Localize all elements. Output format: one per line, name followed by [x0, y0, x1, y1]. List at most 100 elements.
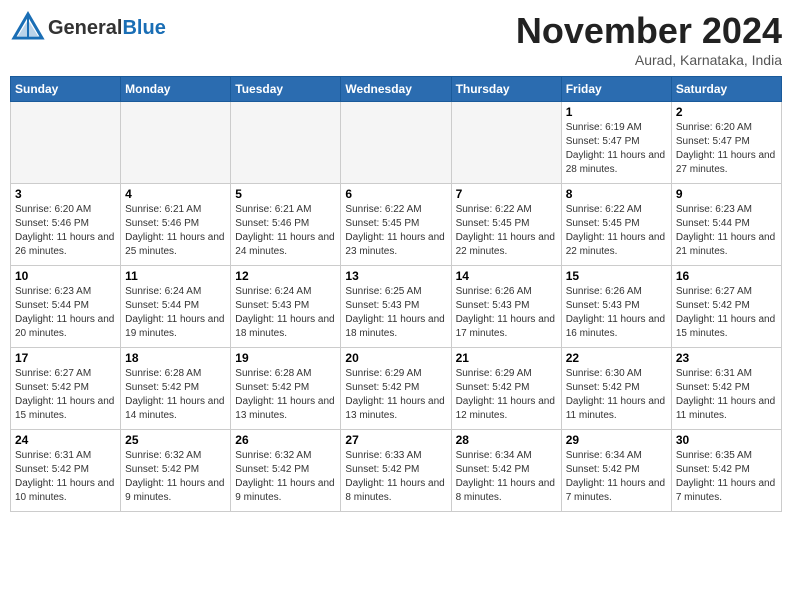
day-info: Sunrise: 6:31 AM Sunset: 5:42 PM Dayligh… [15, 449, 116, 505]
calendar-cell [121, 102, 231, 184]
day-info: Sunrise: 6:34 AM Sunset: 5:42 PM Dayligh… [566, 449, 667, 505]
day-info: Sunrise: 6:24 AM Sunset: 5:44 PM Dayligh… [125, 285, 226, 341]
day-number: 17 [15, 351, 116, 365]
calendar-table: SundayMondayTuesdayWednesdayThursdayFrid… [10, 76, 782, 512]
calendar-week-0: 1 Sunrise: 6:19 AM Sunset: 5:47 PM Daylig… [11, 102, 782, 184]
day-number: 2 [676, 105, 777, 119]
weekday-monday: Monday [121, 77, 231, 102]
calendar-cell: 16 Sunrise: 6:27 AM Sunset: 5:42 PM Dayli… [671, 266, 781, 348]
day-number: 1 [566, 105, 667, 119]
weekday-tuesday: Tuesday [231, 77, 341, 102]
weekday-thursday: Thursday [451, 77, 561, 102]
weekday-header-row: SundayMondayTuesdayWednesdayThursdayFrid… [11, 77, 782, 102]
calendar-cell: 14 Sunrise: 6:26 AM Sunset: 5:43 PM Dayli… [451, 266, 561, 348]
day-info: Sunrise: 6:22 AM Sunset: 5:45 PM Dayligh… [456, 203, 557, 259]
calendar-week-2: 10Sunrise: 6:23 AM Sunset: 5:44 PM Dayli… [11, 266, 782, 348]
day-number: 24 [15, 433, 116, 447]
calendar-cell: 5 Sunrise: 6:21 AM Sunset: 5:46 PM Daylig… [231, 184, 341, 266]
calendar-cell: 3 Sunrise: 6:20 AM Sunset: 5:46 PM Daylig… [11, 184, 121, 266]
day-number: 21 [456, 351, 557, 365]
day-number: 16 [676, 269, 777, 283]
page-header: GeneralBlue November 2024 Aurad, Karnata… [10, 10, 782, 68]
day-number: 15 [566, 269, 667, 283]
day-info: Sunrise: 6:24 AM Sunset: 5:43 PM Dayligh… [235, 285, 336, 341]
calendar-week-4: 24 Sunrise: 6:31 AM Sunset: 5:42 PM Dayli… [11, 430, 782, 512]
day-number: 14 [456, 269, 557, 283]
location: Aurad, Karnataka, India [516, 52, 782, 68]
day-info: Sunrise: 6:21 AM Sunset: 5:46 PM Dayligh… [125, 203, 226, 259]
day-info: Sunrise: 6:29 AM Sunset: 5:42 PM Dayligh… [456, 367, 557, 423]
calendar-cell: 30 Sunrise: 6:35 AM Sunset: 5:42 PM Dayli… [671, 430, 781, 512]
day-info: Sunrise: 6:19 AM Sunset: 5:47 PM Dayligh… [566, 121, 667, 177]
day-info: Sunrise: 6:25 AM Sunset: 5:43 PM Dayligh… [345, 285, 446, 341]
calendar-cell: 11 Sunrise: 6:24 AM Sunset: 5:44 PM Dayli… [121, 266, 231, 348]
day-info: Sunrise: 6:34 AM Sunset: 5:42 PM Dayligh… [456, 449, 557, 505]
calendar-cell: 22Sunrise: 6:30 AM Sunset: 5:42 PM Dayli… [561, 348, 671, 430]
calendar-cell [451, 102, 561, 184]
day-number: 25 [125, 433, 226, 447]
day-info: Sunrise: 6:26 AM Sunset: 5:43 PM Dayligh… [566, 285, 667, 341]
day-number: 20 [345, 351, 446, 365]
calendar-cell: 21 Sunrise: 6:29 AM Sunset: 5:42 PM Dayli… [451, 348, 561, 430]
day-info: Sunrise: 6:23 AM Sunset: 5:44 PM Dayligh… [676, 203, 777, 259]
calendar-cell: 27 Sunrise: 6:33 AM Sunset: 5:42 PM Dayli… [341, 430, 451, 512]
calendar-cell: 9 Sunrise: 6:23 AM Sunset: 5:44 PM Daylig… [671, 184, 781, 266]
day-info: Sunrise: 6:26 AM Sunset: 5:43 PM Dayligh… [456, 285, 557, 341]
calendar-week-3: 17 Sunrise: 6:27 AM Sunset: 5:42 PM Dayli… [11, 348, 782, 430]
day-info: Sunrise: 6:20 AM Sunset: 5:47 PM Dayligh… [676, 121, 777, 177]
day-number: 12 [235, 269, 336, 283]
day-number: 7 [456, 187, 557, 201]
day-info: Sunrise: 6:27 AM Sunset: 5:42 PM Dayligh… [676, 285, 777, 341]
day-info: Sunrise: 6:28 AM Sunset: 5:42 PM Dayligh… [235, 367, 336, 423]
day-number: 28 [456, 433, 557, 447]
day-number: 29 [566, 433, 667, 447]
calendar-cell: 25 Sunrise: 6:32 AM Sunset: 5:42 PM Dayli… [121, 430, 231, 512]
day-number: 11 [125, 269, 226, 283]
calendar-cell: 17 Sunrise: 6:27 AM Sunset: 5:42 PM Dayli… [11, 348, 121, 430]
day-number: 26 [235, 433, 336, 447]
weekday-saturday: Saturday [671, 77, 781, 102]
day-info: Sunrise: 6:20 AM Sunset: 5:46 PM Dayligh… [15, 203, 116, 259]
month-title: November 2024 [516, 10, 782, 52]
calendar-cell [341, 102, 451, 184]
day-number: 8 [566, 187, 667, 201]
weekday-sunday: Sunday [11, 77, 121, 102]
day-number: 18 [125, 351, 226, 365]
calendar-cell: 19 Sunrise: 6:28 AM Sunset: 5:42 PM Dayli… [231, 348, 341, 430]
calendar-cell: 15 Sunrise: 6:26 AM Sunset: 5:43 PM Dayli… [561, 266, 671, 348]
day-number: 22 [566, 351, 667, 365]
calendar-cell: 26 Sunrise: 6:32 AM Sunset: 5:42 PM Dayli… [231, 430, 341, 512]
calendar-cell: 29 Sunrise: 6:34 AM Sunset: 5:42 PM Dayli… [561, 430, 671, 512]
logo-general: General [48, 17, 122, 39]
calendar-cell: 1 Sunrise: 6:19 AM Sunset: 5:47 PM Daylig… [561, 102, 671, 184]
logo-blue: Blue [122, 17, 165, 39]
logo: GeneralBlue [10, 10, 166, 46]
day-info: Sunrise: 6:33 AM Sunset: 5:42 PM Dayligh… [345, 449, 446, 505]
day-info: Sunrise: 6:29 AM Sunset: 5:42 PM Dayligh… [345, 367, 446, 423]
day-info: Sunrise: 6:21 AM Sunset: 5:46 PM Dayligh… [235, 203, 336, 259]
day-info: Sunrise: 6:31 AM Sunset: 5:42 PM Dayligh… [676, 367, 777, 423]
calendar-cell: 10Sunrise: 6:23 AM Sunset: 5:44 PM Dayli… [11, 266, 121, 348]
day-number: 9 [676, 187, 777, 201]
day-number: 27 [345, 433, 446, 447]
day-number: 5 [235, 187, 336, 201]
calendar-cell: 24 Sunrise: 6:31 AM Sunset: 5:42 PM Dayli… [11, 430, 121, 512]
day-info: Sunrise: 6:32 AM Sunset: 5:42 PM Dayligh… [235, 449, 336, 505]
calendar-cell: 13 Sunrise: 6:25 AM Sunset: 5:43 PM Dayli… [341, 266, 451, 348]
weekday-wednesday: Wednesday [341, 77, 451, 102]
calendar-cell: 12 Sunrise: 6:24 AM Sunset: 5:43 PM Dayli… [231, 266, 341, 348]
calendar-cell: 28 Sunrise: 6:34 AM Sunset: 5:42 PM Dayli… [451, 430, 561, 512]
day-number: 30 [676, 433, 777, 447]
day-info: Sunrise: 6:35 AM Sunset: 5:42 PM Dayligh… [676, 449, 777, 505]
day-info: Sunrise: 6:27 AM Sunset: 5:42 PM Dayligh… [15, 367, 116, 423]
day-number: 23 [676, 351, 777, 365]
day-number: 3 [15, 187, 116, 201]
calendar-cell: 4 Sunrise: 6:21 AM Sunset: 5:46 PM Daylig… [121, 184, 231, 266]
day-number: 4 [125, 187, 226, 201]
day-number: 19 [235, 351, 336, 365]
day-info: Sunrise: 6:32 AM Sunset: 5:42 PM Dayligh… [125, 449, 226, 505]
day-number: 6 [345, 187, 446, 201]
day-info: Sunrise: 6:22 AM Sunset: 5:45 PM Dayligh… [566, 203, 667, 259]
day-number: 10 [15, 269, 116, 283]
day-number: 13 [345, 269, 446, 283]
